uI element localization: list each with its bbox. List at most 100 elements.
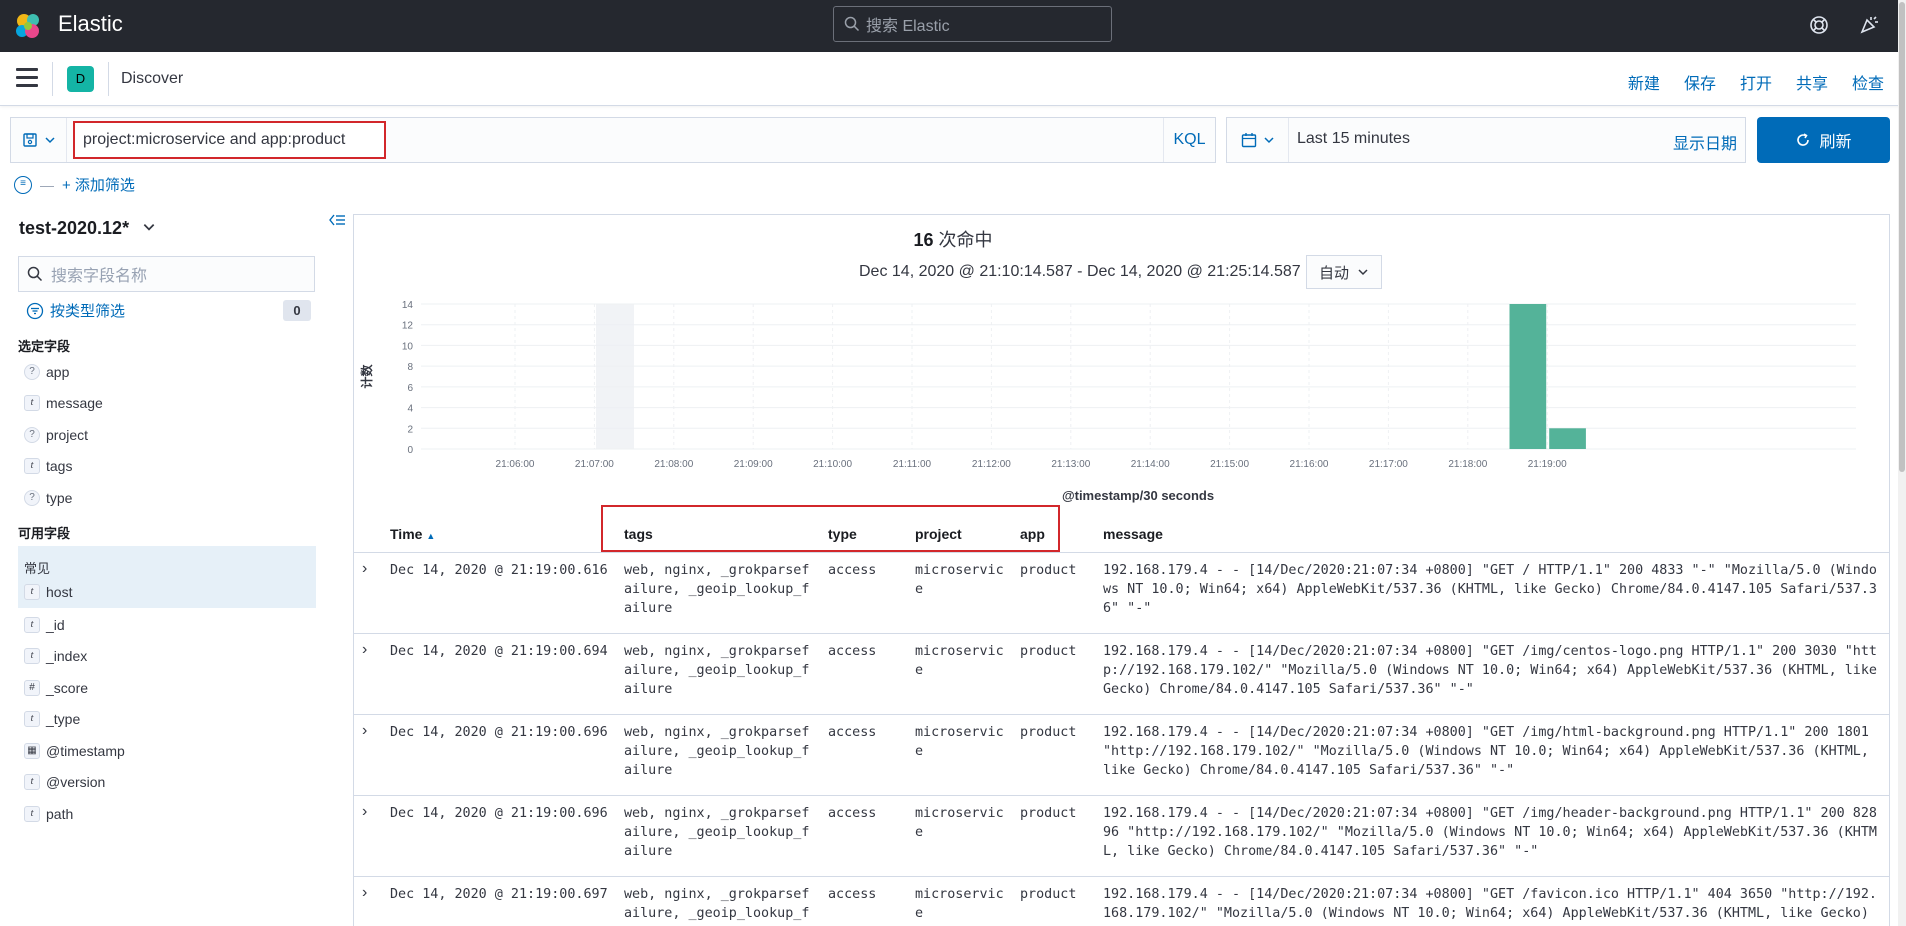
available-field-timestamp[interactable]: ▦ @timestamp [24,743,125,759]
quick-select-button[interactable] [1227,118,1289,162]
y-tick-label: 0 [407,445,413,456]
string-type-icon: t [24,395,40,411]
saved-query-button[interactable] [11,118,67,162]
expand-row-icon[interactable]: › [362,883,367,902]
available-field-version[interactable]: t @version [24,774,105,790]
refresh-button[interactable]: 刷新 [1757,117,1890,163]
available-field-host[interactable]: t host [24,584,72,600]
interval-value: 自动 [1318,264,1349,282]
selected-field-tags[interactable]: t tags [24,458,72,474]
selected-field-message[interactable]: t message [24,395,103,411]
divider [52,62,53,96]
x-tick-label: 21:11:00 [893,459,932,470]
cell-tags: web, nginx, _grokparsefailure, _geoip_lo… [624,563,810,616]
y-tick-label: 6 [407,383,413,394]
filter-menu-icon[interactable]: ≡ [14,175,32,194]
breadcrumb-discover: Discover [121,70,184,87]
elastic-logo-icon[interactable] [14,12,42,40]
x-tick-label: 21:10:00 [813,459,852,470]
selected-field-type[interactable]: ? type [24,490,72,506]
filter-by-type-button[interactable]: 按类型筛选 [26,300,125,321]
cell-time: Dec 14, 2020 @ 21:19:00.696 [390,806,608,821]
help-icon[interactable] [1808,14,1830,36]
available-field-path[interactable]: t path [24,806,73,822]
cell-app: product [1020,644,1077,659]
cell-app: product [1020,887,1077,902]
search-icon [27,266,43,282]
field-name: @timestamp [46,743,125,759]
show-dates-button[interactable]: 显示日期 [1673,130,1737,154]
query-bar: project:microservice and app:product KQL [10,117,1216,163]
open-link[interactable]: 打开 [1740,70,1772,94]
column-header-message[interactable]: message [1103,526,1163,542]
string-type-icon: t [24,774,40,790]
table-row[interactable]: › Dec 14, 2020 @ 21:19:00.696 web, nginx… [354,714,1889,795]
available-field-score[interactable]: # _score [24,680,88,696]
top-nav-bar: Elastic 搜索 Elastic [0,0,1906,52]
header-label: Time [390,526,423,542]
newsfeed-icon[interactable] [1858,14,1880,36]
available-field-type[interactable]: t _type [24,711,80,727]
table-row[interactable]: › Dec 14, 2020 @ 21:19:00.696 web, nginx… [354,795,1889,876]
field-name: _index [46,648,88,664]
query-language-button[interactable]: KQL [1163,118,1215,162]
cell-time: Dec 14, 2020 @ 21:19:00.696 [390,725,608,740]
new-link[interactable]: 新建 [1628,70,1660,94]
save-link[interactable]: 保存 [1684,70,1716,94]
share-link[interactable]: 共享 [1796,70,1828,94]
expand-row-icon[interactable]: › [362,559,367,578]
cell-type: access [828,887,877,902]
field-name: project [46,427,89,443]
global-search-input[interactable]: 搜索 Elastic [833,6,1112,42]
app-avatar[interactable]: D [67,66,94,92]
page-scrollbar[interactable] [1898,0,1906,926]
histogram-chart[interactable]: 0 2 4 6 8 10 12 14 21:06:00 21:07:00 21:08:00 21:09… [353,290,1890,505]
available-field-index[interactable]: t _index [24,648,87,664]
menu-toggle-icon[interactable] [16,68,38,88]
string-type-icon: t [24,806,40,822]
sort-asc-icon: ▲ [426,531,436,541]
cell-time: Dec 14, 2020 @ 21:19:00.697 [390,887,608,902]
expand-row-icon[interactable]: › [362,721,367,740]
query-input[interactable]: project:microservice and app:product [73,121,386,159]
common-fields-label: 常见 [24,558,50,577]
cell-message: 192.168.179.4 - - [14/Dec/2020:21:07:34 … [1103,806,1877,859]
scrollbar-thumb[interactable] [1899,2,1905,472]
cell-project: microservice [915,887,1004,921]
cell-message: 192.168.179.4 - - [14/Dec/2020:21:07:34 … [1103,725,1869,778]
chevron-down-icon [1263,137,1274,144]
app-header-bar: D Discover 新建 保存 打开 共享 检查 [0,52,1906,106]
selected-field-project[interactable]: ? project [24,427,88,443]
column-header-time[interactable]: Time ▲ [390,526,435,542]
y-axis-label: 计数 [359,364,374,389]
field-name: type [46,490,73,506]
field-search-input[interactable]: 搜索字段名称 [18,256,315,292]
add-filter-button[interactable]: + 添加筛选 [62,174,135,195]
filter-by-type-label: 按类型筛选 [50,303,126,320]
y-tick-label: 10 [402,341,414,352]
table-row[interactable]: › Dec 14, 2020 @ 21:19:00.697 web, nginx… [354,876,1889,926]
search-icon [844,16,860,32]
table-row[interactable]: › Dec 14, 2020 @ 21:19:00.616 web, nginx… [354,552,1889,633]
available-field-id[interactable]: t _id [24,617,65,633]
date-range-text[interactable]: Last 15 minutes [1297,130,1410,148]
y-tick-label: 8 [407,362,413,373]
table-row[interactable]: › Dec 14, 2020 @ 21:19:00.694 web, nginx… [354,633,1889,714]
field-name: @version [46,774,106,790]
cell-message: 192.168.179.4 - - [14/Dec/2020:21:07:34 … [1103,563,1877,616]
field-name: host [46,584,73,600]
x-tick-label: 21:17:00 [1369,459,1408,470]
x-tick-label: 21:12:00 [972,459,1011,470]
field-name: app [46,364,70,380]
string-type-icon: t [24,711,40,727]
x-tick-label: 21:08:00 [654,459,693,470]
brand-name[interactable]: Elastic [58,11,123,37]
interval-select[interactable]: 自动 [1306,255,1382,289]
field-search-placeholder: 搜索字段名称 [51,268,148,285]
expand-row-icon[interactable]: › [362,802,367,821]
expand-row-icon[interactable]: › [362,640,367,659]
inspect-link[interactable]: 检查 [1852,70,1884,94]
global-search-placeholder: 搜索 Elastic [866,18,950,35]
selected-field-app[interactable]: ? app [24,364,69,380]
string-type-icon: t [24,584,40,600]
